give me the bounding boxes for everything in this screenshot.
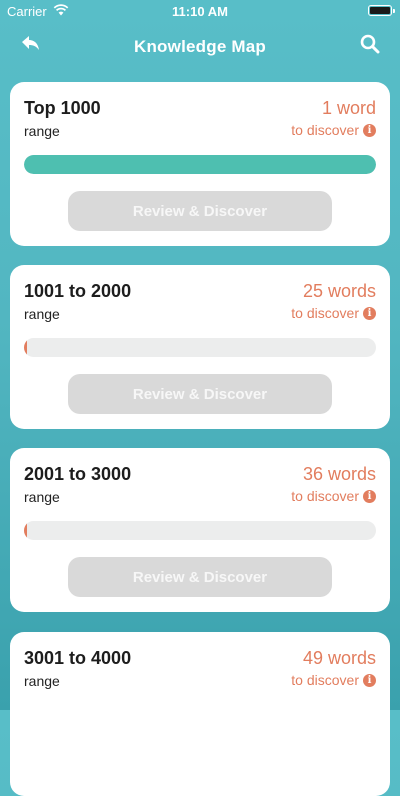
words-count: 1 word [321,98,376,118]
words-count: 25 words [302,281,376,301]
info-icon[interactable]: i [363,306,376,320]
to-discover-label: to discover i [291,122,376,138]
words-count: 49 words [302,648,376,668]
range-card-1001-2000[interactable]: 1001 to 2000 range 25 words to discover … [10,265,390,429]
to-discover-text: to discover [291,672,359,688]
progress-bar [24,521,376,540]
status-time: 11:10 AM [172,4,228,19]
progress-fill [24,338,27,357]
range-subtitle: range [24,306,60,322]
status-bar: Carrier 11:10 AM [0,0,400,22]
review-discover-button[interactable]: Review & Discover [68,557,332,597]
info-icon[interactable]: i [363,489,376,503]
range-card-3001-4000[interactable]: 3001 to 4000 range 49 words to discover … [10,632,390,796]
words-count: 36 words [302,464,376,484]
search-button[interactable] [357,34,383,58]
to-discover-text: to discover [291,122,359,138]
range-title: 3001 to 4000 [24,648,132,668]
progress-bar [24,155,376,174]
range-title: 1001 to 2000 [24,281,132,301]
range-title: Top 1000 [24,98,101,118]
range-card-2001-3000[interactable]: 2001 to 3000 range 36 words to discover … [10,448,390,612]
to-discover-text: to discover [291,305,359,321]
progress-fill [24,155,376,174]
page-title: Knowledge Map [134,37,266,56]
range-subtitle: range [24,489,60,505]
progress-fill [24,521,27,540]
info-icon[interactable]: i [363,123,376,137]
battery-icon [368,5,395,16]
to-discover-label: to discover i [291,488,376,504]
range-subtitle: range [24,123,60,139]
to-discover-text: to discover [291,488,359,504]
to-discover-label: to discover i [291,672,376,688]
to-discover-label: to discover i [291,305,376,321]
progress-bar [24,338,376,357]
review-discover-button[interactable]: Review & Discover [68,191,332,231]
range-subtitle: range [24,673,60,689]
review-discover-button[interactable]: Review & Discover [68,374,332,414]
nav-bar: Knowledge Map [0,26,400,66]
range-card-top-1000[interactable]: Top 1000 range 1 word to discover i Revi… [10,82,390,246]
range-title: 2001 to 3000 [24,464,132,484]
info-icon[interactable]: i [363,673,376,687]
search-icon [360,34,380,59]
